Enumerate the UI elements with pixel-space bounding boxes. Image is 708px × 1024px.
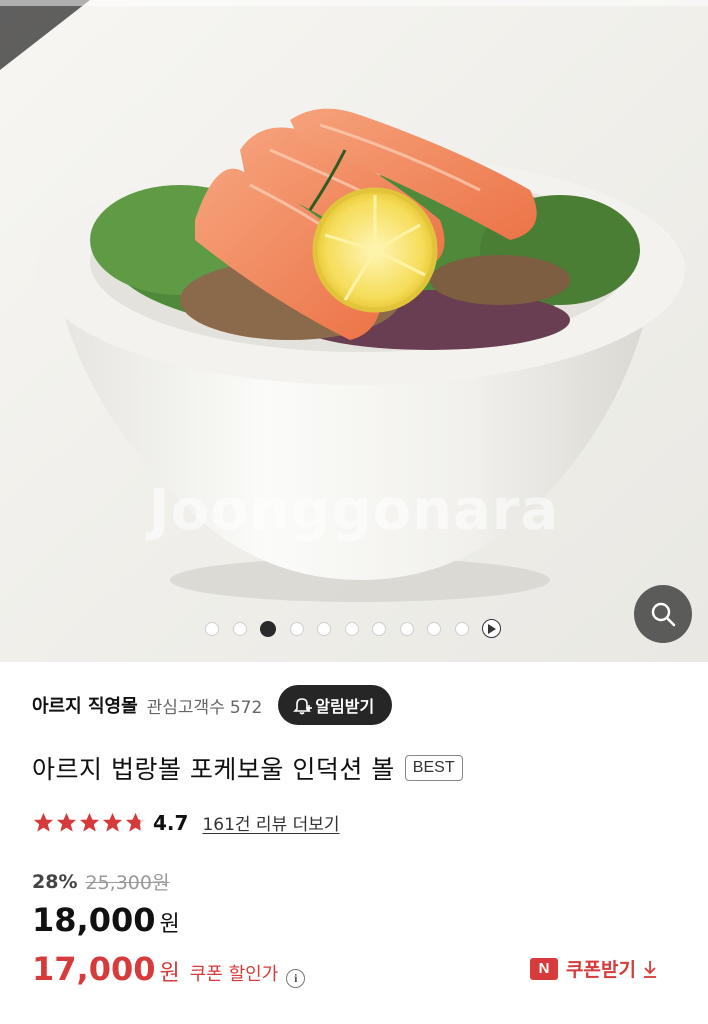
- fans-number: 572: [229, 697, 263, 718]
- sale-price-unit: 원: [159, 912, 180, 937]
- coupon-price-label: 쿠폰 할인가: [189, 964, 279, 985]
- gallery-dot[interactable]: [427, 621, 441, 636]
- fans-label: 관심고객수: [146, 697, 225, 718]
- gallery-dot[interactable]: [289, 621, 304, 636]
- download-icon: [643, 960, 656, 978]
- discount-row: 28% 25,300원: [32, 868, 169, 895]
- star-icon: [102, 812, 123, 832]
- gallery-dot[interactable]: [454, 621, 469, 636]
- search-icon: [651, 602, 676, 627]
- coupon-download-label: 쿠폰받기: [566, 959, 636, 981]
- star-half-icon: [125, 812, 146, 832]
- notify-button[interactable]: 알림받기: [278, 685, 393, 725]
- watermark: Joonggonara: [148, 478, 560, 543]
- notify-label: 알림받기: [315, 697, 375, 716]
- coupon-price-unit: 원: [159, 961, 180, 986]
- gallery-dot-active[interactable]: [260, 620, 276, 637]
- bell-plus-icon: [293, 698, 313, 715]
- seller-name[interactable]: 아르지 직영몰: [32, 692, 138, 718]
- gallery-dot[interactable]: [232, 621, 247, 636]
- rating-value: 4.7: [153, 810, 189, 835]
- gallery-dot[interactable]: [344, 621, 359, 636]
- star-rating: [32, 811, 147, 834]
- sale-price: 18,000: [32, 901, 156, 939]
- coupon-price: 17,000: [32, 950, 156, 988]
- gallery-pagination: [205, 619, 501, 638]
- star-icon: [79, 812, 100, 832]
- info-icon[interactable]: i: [286, 969, 306, 988]
- gallery-dot[interactable]: [372, 621, 386, 636]
- product-title: 아르지 법랑볼 포케보울 인덕션 볼: [32, 755, 395, 784]
- gallery-dot[interactable]: [317, 621, 331, 636]
- gallery-dot[interactable]: [399, 621, 414, 636]
- zoom-button[interactable]: [634, 585, 692, 643]
- seller-row: 아르지 직영몰 관심고객수 572 알림받기: [32, 684, 393, 726]
- product-title-row: 아르지 법랑볼 포케보울 인덕션 볼 BEST: [32, 750, 463, 786]
- coupon-price-row: 17,000 원 쿠폰 할인가 i: [32, 950, 306, 988]
- original-price: 25,300원: [85, 872, 170, 894]
- play-icon[interactable]: [482, 619, 501, 638]
- best-badge: BEST: [404, 755, 463, 781]
- gallery-dot[interactable]: [205, 621, 219, 636]
- discount-percent: 28%: [32, 870, 78, 893]
- star-icon: [33, 812, 54, 832]
- product-photo: [0, 0, 708, 662]
- review-link[interactable]: 161건 리뷰 더보기: [202, 810, 339, 835]
- n-badge: N: [530, 957, 558, 980]
- product-image-gallery[interactable]: Joonggonara: [0, 0, 708, 662]
- sale-price-row: 18,000 원: [32, 901, 180, 939]
- coupon-download-button[interactable]: N 쿠폰받기: [530, 955, 658, 982]
- rating-row: 4.7 161건 리뷰 더보기: [32, 810, 340, 835]
- star-icon: [56, 812, 77, 832]
- fans-count: 관심고객수 572: [147, 693, 263, 718]
